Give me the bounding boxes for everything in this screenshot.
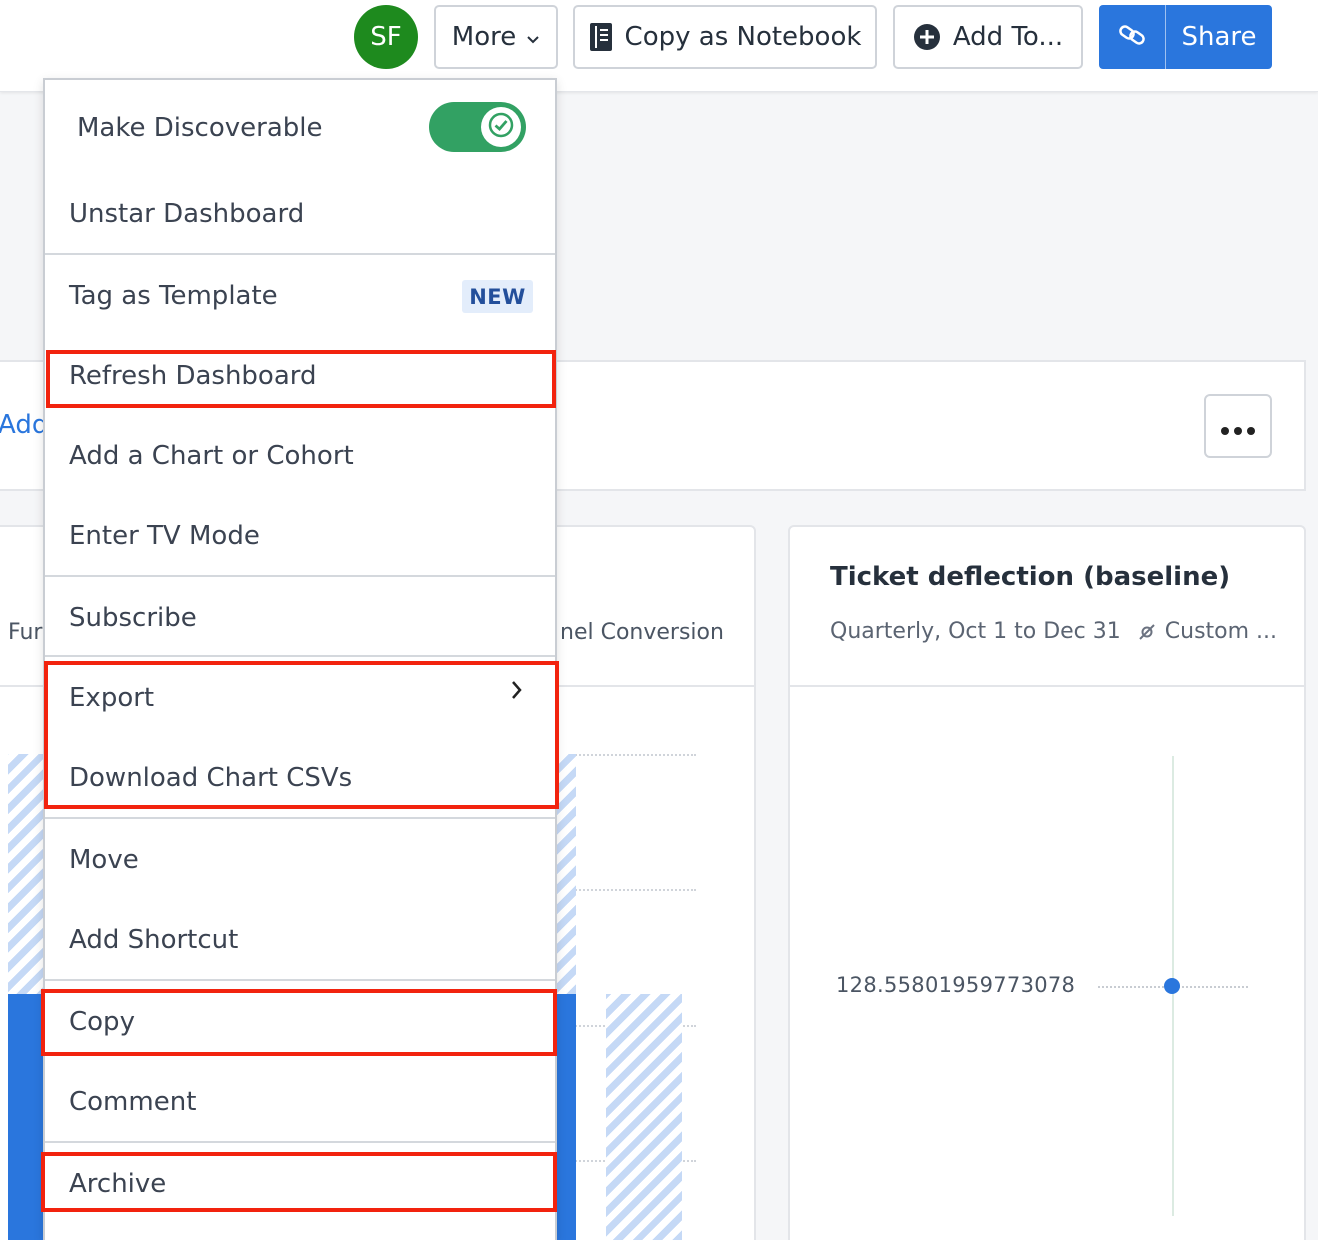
add-to-button[interactable]: Add To...: [893, 5, 1083, 69]
menu-separator: [45, 817, 555, 819]
metric-value-label: 128.55801959773078: [836, 973, 1076, 997]
more-dropdown-menu: Make Discoverable Unstar Dashboard Tag a…: [43, 78, 557, 1240]
chart-data-point[interactable]: [1164, 978, 1180, 994]
copy-link-button[interactable]: [1099, 5, 1166, 69]
menu-separator: [45, 1141, 555, 1143]
more-button[interactable]: More: [434, 5, 558, 69]
menu-item-comment[interactable]: Comment: [45, 1072, 555, 1132]
more-button-label: More: [451, 22, 517, 52]
menu-separator: [45, 979, 555, 981]
menu-item-label: Make Discoverable: [77, 113, 323, 143]
chart-bar-baseline: [606, 994, 682, 1240]
menu-item-add-chart-or-cohort[interactable]: Add a Chart or Cohort: [45, 426, 555, 486]
gridline: [556, 754, 696, 756]
chart-bar-baseline: [8, 754, 44, 996]
user-avatar[interactable]: SF: [354, 5, 418, 69]
notebook-icon: [589, 22, 613, 52]
highlight-refresh-dashboard: [46, 350, 556, 408]
discoverable-toggle[interactable]: [429, 102, 526, 152]
menu-item-subscribe[interactable]: Subscribe: [45, 588, 555, 648]
copy-as-notebook-button[interactable]: Copy as Notebook: [573, 5, 877, 69]
highlight-copy: [41, 989, 557, 1056]
check-icon: [488, 112, 514, 142]
menu-item-move[interactable]: Move: [45, 830, 555, 890]
menu-item-unstar-dashboard[interactable]: Unstar Dashboard: [45, 184, 555, 244]
chart-date-range: Quarterly, Oct 1 to Dec 31: [830, 619, 1121, 644]
menu-item-add-shortcut[interactable]: Add Shortcut: [45, 910, 555, 970]
more-options-button[interactable]: [1204, 394, 1272, 458]
chart-label-fragment: nel Conversion: [560, 620, 724, 645]
highlight-archive: [41, 1152, 557, 1212]
add-link[interactable]: Add: [0, 410, 48, 440]
menu-separator: [45, 253, 555, 255]
chart-title[interactable]: Ticket deflection (baseline): [830, 562, 1230, 592]
card-divider: [790, 685, 1304, 687]
chart-bar: [556, 994, 576, 1240]
link-icon: [1117, 20, 1147, 54]
toggle-knob: [481, 107, 521, 147]
menu-item-enter-tv-mode[interactable]: Enter TV Mode: [45, 506, 555, 566]
plus-circle-icon: [913, 23, 941, 51]
chart-segment: Custom ...: [1164, 619, 1278, 644]
add-to-label: Add To...: [952, 22, 1064, 52]
chart-subtitle: Quarterly, Oct 1 to Dec 31 Custom ...: [830, 619, 1277, 644]
share-button-group: Share: [1099, 5, 1272, 69]
ellipsis-icon: [1220, 410, 1256, 443]
menu-separator: [45, 575, 555, 577]
chevron-down-icon: [526, 30, 540, 49]
new-badge: NEW: [462, 280, 533, 313]
share-button[interactable]: Share: [1166, 5, 1272, 69]
menu-separator: [45, 655, 555, 657]
highlight-export-download: [44, 661, 559, 809]
chart-bar-baseline: [556, 754, 576, 994]
chart-label-fragment: Fur: [8, 620, 43, 645]
chart-bar: [8, 994, 44, 1240]
gridline: [556, 889, 696, 891]
copy-as-notebook-label: Copy as Notebook: [624, 22, 862, 52]
segment-icon: [1137, 622, 1157, 642]
